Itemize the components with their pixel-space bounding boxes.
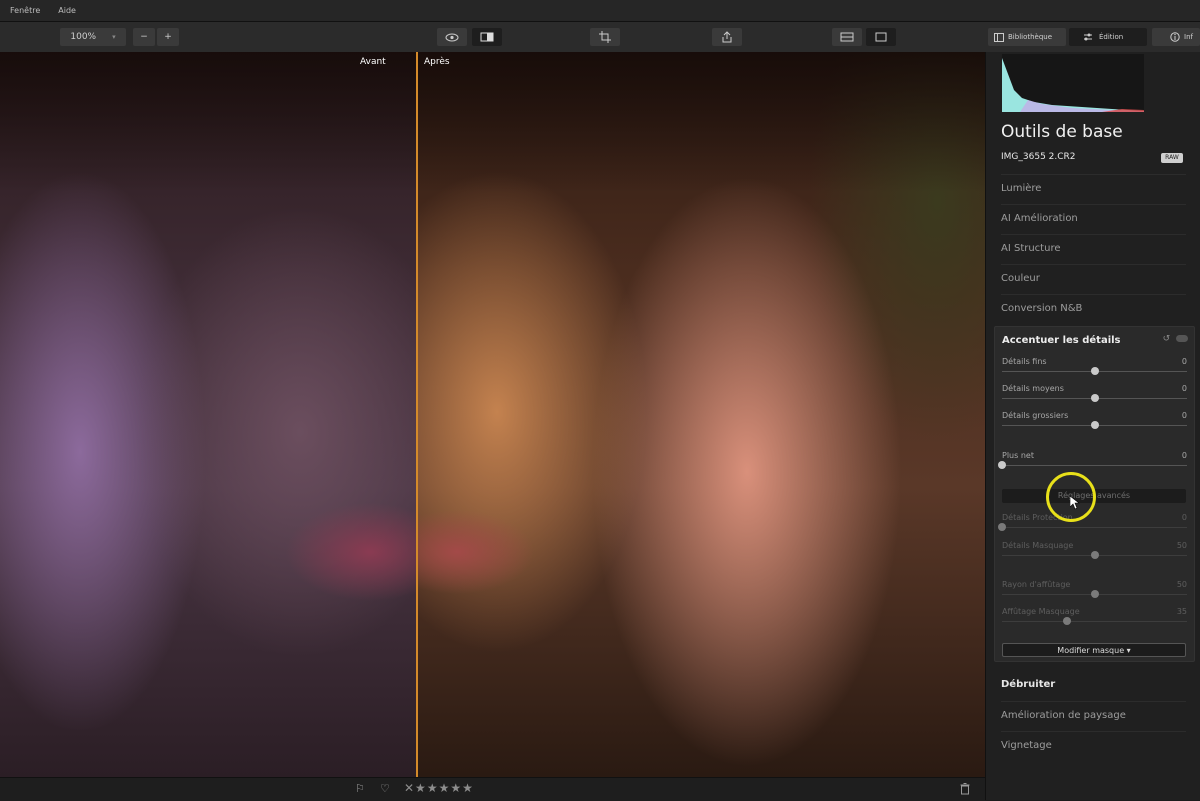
before-label: Avant — [360, 57, 386, 67]
tab-info-label: Inf — [1184, 33, 1193, 41]
zoom-in-button[interactable]: + — [157, 28, 179, 46]
slider-knob[interactable] — [998, 461, 1006, 469]
cursor-arrow-icon — [1070, 496, 1080, 510]
single-view-button[interactable] — [866, 28, 896, 46]
slider-label: Rayon d'affûtage — [1002, 580, 1071, 589]
section-debruiter[interactable]: Débruiter — [1001, 671, 1186, 693]
slider-rayon-affutage[interactable]: Rayon d'affûtage 50 — [1002, 580, 1187, 606]
slider-value: 0 — [1181, 451, 1187, 460]
raw-badge: RAW — [1161, 153, 1183, 163]
slider-value: 0 — [1181, 384, 1187, 393]
menu-item-aide[interactable]: Aide — [58, 6, 76, 15]
slider-value: 0 — [1181, 357, 1187, 366]
edit-mask-button[interactable]: Modifier masque ▾ — [1002, 643, 1186, 657]
flag-icon[interactable]: ⚐ — [355, 782, 365, 795]
histogram — [1002, 54, 1144, 112]
split-view-icon — [480, 32, 494, 42]
photo-viewer[interactable]: Avant Après — [0, 52, 985, 777]
zoom-select[interactable]: 100% ▾ — [60, 28, 126, 46]
slider-track[interactable] — [1002, 527, 1187, 528]
before-after-divider[interactable] — [416, 52, 418, 777]
tab-edit-label: Édition — [1099, 33, 1124, 41]
section-amelioration-paysage[interactable]: Amélioration de paysage — [1001, 701, 1186, 723]
section-vignetage[interactable]: Vignetage — [1001, 731, 1186, 753]
slider-details-protection[interactable]: Détails Protection 0 — [998, 513, 1187, 539]
slider-knob[interactable] — [1090, 421, 1099, 429]
slider-knob[interactable] — [1090, 394, 1099, 402]
slider-value: 50 — [1176, 580, 1187, 589]
detail-section-title[interactable]: Accentuer les détails — [1002, 335, 1121, 346]
slider-value: 0 — [1181, 411, 1187, 420]
menu-bar: Fenêtre Aide — [0, 0, 1200, 22]
bottom-bar: ⚐ ♡ ✕★★★★★ — [0, 777, 985, 801]
slider-knob[interactable] — [998, 523, 1006, 531]
panel-layout-button[interactable] — [832, 28, 862, 46]
tab-info[interactable]: Inf — [1152, 28, 1200, 46]
slider-value: 35 — [1176, 607, 1187, 616]
slider-details-moyens[interactable]: Détails moyens 0 — [1002, 384, 1187, 410]
chevron-down-icon: ▾ — [112, 33, 116, 41]
slider-track[interactable] — [1002, 621, 1187, 622]
compare-button[interactable] — [472, 28, 502, 46]
slider-label: Plus net — [1002, 451, 1034, 460]
zoom-value: 100% — [70, 32, 97, 42]
menu-item-fenetre[interactable]: Fenêtre — [10, 6, 40, 15]
slider-details-masquage[interactable]: Détails Masquage 50 — [1002, 541, 1187, 567]
library-icon — [994, 32, 1004, 42]
slider-value: 0 — [1181, 513, 1187, 522]
slider-knob[interactable] — [1090, 590, 1099, 598]
section-couleur[interactable]: Couleur — [1001, 264, 1186, 286]
slider-affutage-masquage[interactable]: Affûtage Masquage 35 — [1002, 607, 1187, 633]
slider-value: 50 — [1176, 541, 1187, 550]
section-controls: ↺ — [1163, 334, 1188, 344]
after-label: Après — [424, 57, 450, 67]
filename: IMG_3655 2.CR2 — [1001, 152, 1076, 162]
reset-icon[interactable]: ↺ — [1163, 334, 1171, 344]
slider-knob[interactable] — [1090, 367, 1099, 375]
slider-details-grossiers[interactable]: Détails grossiers 0 — [1002, 411, 1187, 437]
slider-label: Détails fins — [1002, 357, 1047, 366]
toolbar: 100% ▾ − + Bibliothèque Édition Inf — [0, 22, 1200, 53]
share-button[interactable] — [712, 28, 742, 46]
trash-icon[interactable] — [960, 783, 970, 795]
preview-eye-button[interactable] — [437, 28, 467, 46]
info-icon — [1170, 32, 1180, 42]
section-lumiere[interactable]: Lumière — [1001, 174, 1186, 196]
slider-knob[interactable] — [1090, 551, 1099, 559]
tab-edit[interactable]: Édition — [1069, 28, 1147, 46]
slider-label: Détails grossiers — [1002, 411, 1069, 420]
slider-track[interactable] — [1002, 465, 1187, 466]
slider-plus-net[interactable]: Plus net 0 — [998, 451, 1187, 477]
section-ai-amelioration[interactable]: AI Amélioration — [1001, 204, 1186, 226]
slider-label: Affûtage Masquage — [1002, 607, 1080, 616]
zoom-out-button[interactable]: − — [133, 28, 155, 46]
tools-panel: Outils de base IMG_3655 2.CR2 RAW Lumièr… — [985, 52, 1200, 800]
heart-icon[interactable]: ♡ — [380, 782, 390, 795]
tab-library[interactable]: Bibliothèque — [988, 28, 1066, 46]
section-ai-structure[interactable]: AI Structure — [1001, 234, 1186, 256]
single-view-icon — [875, 32, 887, 42]
star-rating[interactable]: ✕★★★★★ — [404, 781, 474, 795]
crop-icon — [599, 31, 611, 43]
edit-icon — [1084, 33, 1092, 41]
crop-button[interactable] — [590, 28, 620, 46]
eye-icon — [445, 33, 459, 41]
hair-shadow — [0, 52, 985, 192]
slider-label: Détails moyens — [1002, 384, 1064, 393]
slider-knob[interactable] — [1062, 617, 1071, 625]
panel-title: Outils de base — [1001, 122, 1123, 142]
share-icon — [722, 31, 732, 43]
slider-details-fins[interactable]: Détails fins 0 — [1002, 357, 1187, 383]
toggle-icon[interactable] — [1176, 335, 1188, 342]
grid-icon — [840, 32, 854, 42]
section-conversion-nb[interactable]: Conversion N&B — [1001, 294, 1186, 316]
tab-library-label: Bibliothèque — [1008, 33, 1053, 41]
slider-label: Détails Masquage — [1002, 541, 1074, 550]
